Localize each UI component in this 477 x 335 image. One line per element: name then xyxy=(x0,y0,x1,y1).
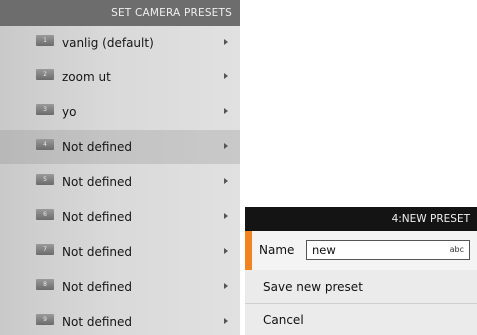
preset-number-icon: 4 xyxy=(36,139,54,150)
camera-presets-panel: SET CAMERA PRESETS 1 vanlig (default) 2 … xyxy=(0,0,240,335)
preset-row-6[interactable]: 6 Not defined xyxy=(0,200,240,234)
preset-row-9[interactable]: 9 Not defined xyxy=(0,305,240,335)
preset-number-icon: 2 xyxy=(36,69,54,80)
selection-accent xyxy=(245,231,252,270)
preset-number-icon: 7 xyxy=(36,244,54,255)
preset-number-icon: 8 xyxy=(36,279,54,290)
preset-label: zoom ut xyxy=(62,70,111,84)
chevron-right-icon xyxy=(224,283,228,289)
preset-label: yo xyxy=(62,105,77,119)
preset-number-icon: 5 xyxy=(36,174,54,185)
preset-number-icon: 6 xyxy=(36,209,54,220)
name-field-row[interactable]: Name new abc xyxy=(245,231,477,270)
panel-title: SET CAMERA PRESETS xyxy=(0,0,240,26)
chevron-right-icon xyxy=(224,213,228,219)
keyboard-mode-indicator: abc xyxy=(449,245,464,254)
preset-label: Not defined xyxy=(62,280,133,294)
preset-row-1[interactable]: 1 vanlig (default) xyxy=(0,26,240,60)
name-label: Name xyxy=(259,243,295,257)
chevron-right-icon xyxy=(224,178,228,184)
chevron-right-icon xyxy=(224,73,228,79)
preset-number-icon: 9 xyxy=(36,314,54,325)
preset-label: Not defined xyxy=(62,140,133,154)
preset-label: Not defined xyxy=(62,245,133,259)
preset-row-3[interactable]: 3 yo xyxy=(0,95,240,129)
chevron-right-icon xyxy=(224,143,228,149)
preset-row-7[interactable]: 7 Not defined xyxy=(0,235,240,269)
name-value: new xyxy=(312,243,336,257)
dialog-title: 4:NEW PRESET xyxy=(245,207,477,231)
preset-label: Not defined xyxy=(62,210,133,224)
preset-row-2[interactable]: 2 zoom ut xyxy=(0,60,240,94)
save-new-preset-button[interactable]: Save new preset xyxy=(245,271,477,303)
preset-number-icon: 3 xyxy=(36,104,54,115)
preset-label: Not defined xyxy=(62,315,133,329)
preset-label: Not defined xyxy=(62,175,133,189)
preset-row-5[interactable]: 5 Not defined xyxy=(0,165,240,199)
chevron-right-icon xyxy=(224,248,228,254)
preset-number-icon: 1 xyxy=(36,35,54,46)
name-input[interactable]: new abc xyxy=(306,240,470,260)
chevron-right-icon xyxy=(224,39,228,45)
preset-label: vanlig (default) xyxy=(62,36,154,50)
chevron-right-icon xyxy=(224,318,228,324)
new-preset-dialog: 4:NEW PRESET Name new abc Save new prese… xyxy=(245,207,477,335)
preset-row-4[interactable]: 4 Not defined xyxy=(0,130,240,164)
preset-row-8[interactable]: 8 Not defined xyxy=(0,270,240,304)
chevron-right-icon xyxy=(224,108,228,114)
cancel-button[interactable]: Cancel xyxy=(245,304,477,335)
